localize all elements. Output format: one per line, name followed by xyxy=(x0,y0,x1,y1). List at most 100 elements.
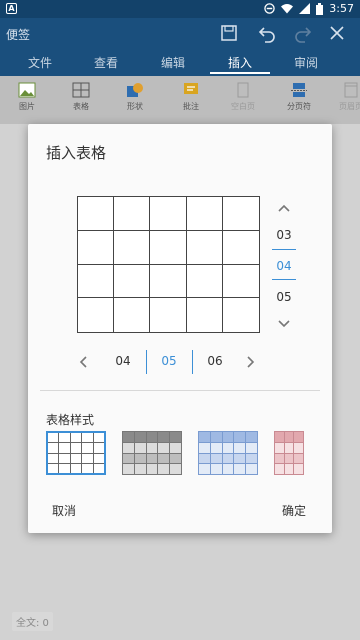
tab-file[interactable]: 文件 xyxy=(10,54,70,71)
chevron-right-icon[interactable] xyxy=(242,354,258,370)
style-swatch-cell xyxy=(82,463,93,473)
save-icon[interactable] xyxy=(218,22,240,44)
ribbon-comment-label: 批注 xyxy=(183,102,199,111)
ribbon-tabs: 文件 查看 编辑 插入 审阅 xyxy=(0,48,360,76)
style-swatch-cell xyxy=(59,443,70,453)
style-swatch-cell xyxy=(93,453,104,463)
row-count-selected[interactable]: 04 xyxy=(272,259,296,273)
status-bar: A 3:57 xyxy=(0,0,360,18)
document-title: 便签 xyxy=(6,28,31,42)
style-swatch-cell xyxy=(123,432,134,442)
style-swatch-cell xyxy=(82,433,93,443)
preview-cell xyxy=(114,264,151,299)
style-swatch-cell xyxy=(246,432,257,442)
ribbon-header-footer-label: 页眉页 xyxy=(339,102,360,111)
style-swatch-cell xyxy=(284,432,294,442)
column-count-picker[interactable]: 04 05 06 xyxy=(76,350,266,374)
chevron-up-icon[interactable] xyxy=(276,200,292,216)
style-swatch-cell xyxy=(199,432,210,442)
style-swatch-cell xyxy=(93,463,104,473)
preview-cell xyxy=(114,230,151,265)
style-swatch-cell xyxy=(70,463,82,473)
tab-view[interactable]: 查看 xyxy=(76,54,136,71)
style-swatch-cell xyxy=(246,464,257,474)
preview-cell xyxy=(78,197,115,231)
ribbon-page-break-label: 分页符 xyxy=(287,102,311,111)
style-swatch-cell xyxy=(123,464,134,474)
style-swatch-cell xyxy=(222,432,234,442)
style-swatch-cell xyxy=(234,442,246,453)
style-swatch-cell xyxy=(294,453,303,464)
style-swatch-cell xyxy=(275,432,284,442)
tab-insert[interactable]: 插入 xyxy=(210,54,270,71)
redo-icon[interactable] xyxy=(292,22,314,44)
style-swatch-cell xyxy=(284,464,294,474)
status-icons: 3:57 xyxy=(264,2,354,15)
ribbon-page-break-button[interactable]: 分页符 xyxy=(274,82,324,112)
chevron-left-icon[interactable] xyxy=(76,354,92,370)
table-preview-grid xyxy=(77,196,260,333)
style-swatch-cell xyxy=(158,453,170,464)
row-selection-line-bottom xyxy=(272,279,296,280)
style-swatch-cell xyxy=(294,432,303,442)
cancel-button[interactable]: 取消 xyxy=(52,502,76,519)
style-swatch-cell xyxy=(82,443,93,453)
ribbon-blank-page-button[interactable]: 空白页 xyxy=(218,82,268,112)
table-style-blue[interactable] xyxy=(198,431,258,475)
style-swatch-cell xyxy=(123,453,134,464)
blank-page-icon xyxy=(237,82,249,98)
style-swatch-cell xyxy=(170,453,181,464)
style-swatch-cell xyxy=(246,453,257,464)
style-swatch-cell xyxy=(234,432,246,442)
row-count-prev[interactable]: 03 xyxy=(272,228,296,242)
preview-cell xyxy=(150,264,187,299)
table-style-red[interactable] xyxy=(274,431,304,475)
tab-review[interactable]: 审阅 xyxy=(276,54,336,71)
preview-cell xyxy=(186,298,223,332)
ribbon-picture-button[interactable]: 图片 xyxy=(2,82,52,112)
preview-cell xyxy=(150,230,187,265)
row-count-next[interactable]: 05 xyxy=(272,290,296,304)
column-count-next[interactable]: 06 xyxy=(200,354,230,368)
ribbon-shape-label: 形状 xyxy=(127,102,143,111)
undo-icon[interactable] xyxy=(256,22,278,44)
style-swatch-cell xyxy=(158,464,170,474)
column-count-prev[interactable]: 04 xyxy=(108,354,138,368)
style-swatch-cell xyxy=(210,442,222,453)
ribbon-comment-button[interactable]: 批注 xyxy=(166,82,216,112)
column-count-selected[interactable]: 05 xyxy=(154,354,184,368)
style-swatch-cell xyxy=(70,433,82,443)
style-swatch-cell xyxy=(234,464,246,474)
row-selection-line-top xyxy=(272,249,296,250)
style-swatch-cell xyxy=(294,464,303,474)
table-style-label: 表格样式 xyxy=(46,413,95,427)
table-icon xyxy=(72,82,90,98)
header-footer-icon xyxy=(344,82,358,98)
close-icon[interactable] xyxy=(326,22,348,44)
chevron-down-icon[interactable] xyxy=(276,316,292,332)
shape-icon xyxy=(127,83,143,97)
style-swatch-cell xyxy=(70,453,82,463)
preview-cell xyxy=(186,264,223,299)
style-swatch-cell xyxy=(146,453,158,464)
dialog-title: 插入表格 xyxy=(46,144,107,162)
table-style-list xyxy=(46,431,316,477)
clock: 3:57 xyxy=(329,2,354,15)
ribbon-shape-button[interactable]: 形状 xyxy=(110,82,160,112)
style-swatch-cell xyxy=(134,442,146,453)
table-style-gray[interactable] xyxy=(122,431,182,475)
style-swatch-cell xyxy=(246,442,257,453)
confirm-button[interactable]: 确定 xyxy=(282,502,306,519)
style-swatch-cell xyxy=(294,442,303,453)
ribbon-table-button[interactable]: 表格 xyxy=(56,82,106,112)
ribbon-header-footer-button[interactable]: 页眉页 xyxy=(326,82,360,112)
table-style-plain[interactable] xyxy=(46,431,106,475)
row-count-picker[interactable]: 03 04 05 xyxy=(272,196,296,336)
preview-cell xyxy=(114,197,151,231)
ribbon-table-label: 表格 xyxy=(73,102,89,111)
style-swatch-cell xyxy=(199,453,210,464)
tab-edit[interactable]: 编辑 xyxy=(143,54,203,71)
style-swatch-cell xyxy=(222,453,234,464)
do-not-disturb-icon xyxy=(264,3,276,14)
style-swatch-cell xyxy=(199,464,210,474)
